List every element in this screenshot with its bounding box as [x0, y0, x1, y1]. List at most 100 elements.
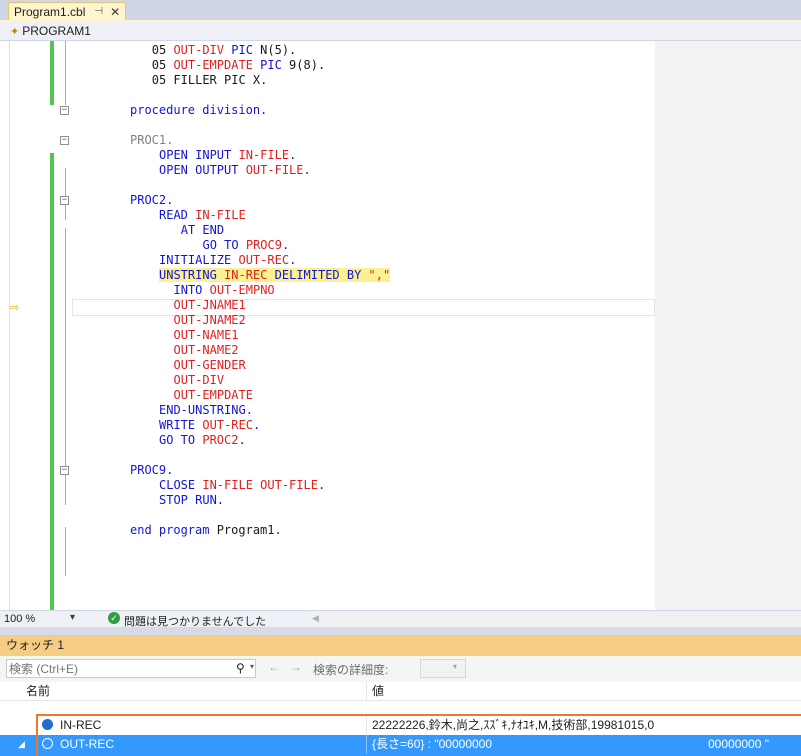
code-token: . [252, 418, 261, 432]
code-line[interactable]: GO TO PROC9. [203, 238, 290, 253]
code-token: AT END [180, 223, 225, 237]
tab-title: Program1.cbl [14, 4, 86, 19]
code-token: OUT-REC [238, 253, 290, 267]
horizontal-scrollbar[interactable] [330, 614, 801, 623]
code-token: INTO [173, 283, 210, 297]
code-token: OUT-NAME2 [173, 343, 239, 357]
code-token: . [238, 433, 246, 447]
code-token: procedure division. [130, 103, 268, 117]
indicator-margin[interactable] [0, 41, 10, 610]
collapse-icon[interactable]: − [60, 136, 69, 145]
code-token: OUT-EMPNO [209, 283, 275, 297]
code-line[interactable]: CLOSE IN-FILE OUT-FILE. [159, 478, 325, 493]
code-token: PROC9 [245, 238, 282, 252]
code-token: OPEN INPUT [159, 148, 239, 162]
code-token: 05 [151, 58, 174, 72]
editor-right-area [655, 41, 801, 610]
code-line[interactable]: 05 FILLER PIC X. [152, 73, 268, 88]
code-token: IN-FILE [195, 208, 246, 222]
expand-icon[interactable]: ◢ [18, 735, 25, 753]
collapse-icon[interactable]: − [60, 466, 69, 475]
code-token: end program [130, 523, 217, 537]
outline-guide [65, 228, 66, 505]
code-line[interactable]: OUT-NAME1 [174, 328, 239, 343]
code-line[interactable]: 05 OUT-EMPDATE PIC 9(8). [152, 58, 325, 73]
code-line[interactable]: OUT-EMPDATE [174, 388, 253, 403]
code-token: WRITE [159, 418, 203, 432]
close-icon[interactable]: ✕ [110, 5, 120, 19]
watch-toolbar: ⚲ ▾ ← → 検索の詳細度: ▾ [0, 656, 801, 682]
code-line[interactable]: OUT-GENDER [174, 358, 246, 373]
scope-dropdown[interactable]: PROGRAM1 [22, 24, 91, 38]
zoom-level[interactable]: 100 % [4, 613, 35, 625]
code-line[interactable]: OUT-DIV [174, 373, 225, 388]
code-line[interactable]: OUT-JNAME2 [174, 313, 246, 328]
code-line[interactable]: OPEN INPUT IN-FILE. [159, 148, 296, 163]
code-line[interactable]: INITIALIZE OUT-REC. [159, 253, 296, 268]
code-line[interactable]: END-UNSTRING. [159, 403, 253, 418]
watch-column-header: 名前 値 [0, 682, 801, 701]
back-arrow-icon[interactable]: ← [268, 660, 280, 674]
code-token: STOP RUN. [159, 493, 225, 507]
code-line[interactable]: UNSTRING IN-REC DELIMITED BY "," [159, 268, 391, 283]
code-editor[interactable]: ⇨ 05 OUT-DIV PIC N(5). 05 OUT-EMPDATE PIC… [0, 41, 801, 619]
chevron-down-icon: ▾ [453, 662, 458, 671]
code-line[interactable]: OUT-JNAME1 [174, 298, 246, 313]
change-marker [50, 41, 54, 105]
navigation-bar[interactable]: ✦ PROGRAM1 [0, 22, 801, 41]
search-icon[interactable]: ⚲ [236, 661, 245, 675]
column-divider[interactable] [366, 682, 367, 701]
document-tab[interactable]: Program1.cbl ⊣ ✕ [8, 2, 126, 20]
code-line[interactable]: PROC1. [130, 133, 173, 148]
code-token: IN-FILE OUT-FILE [202, 478, 318, 492]
outline-guide [65, 527, 66, 576]
code-token: PIC [224, 43, 261, 57]
code-line[interactable]: 05 OUT-DIV PIC N(5). [152, 43, 297, 58]
change-marker [50, 153, 54, 619]
code-token: OUT-JNAME1 [173, 298, 246, 312]
panel-splitter[interactable] [0, 627, 801, 635]
outline-guide [65, 168, 66, 220]
chevron-down-icon[interactable]: ▾ [70, 612, 75, 623]
code-token: OUT-DIV [173, 373, 225, 387]
callout-highlight-box [36, 714, 801, 756]
code-token: OUT-DIV [173, 43, 225, 57]
column-name-header[interactable]: 名前 [26, 682, 50, 701]
code-line[interactable]: OUT-NAME2 [174, 343, 239, 358]
code-token: GO TO [159, 433, 203, 447]
chevron-down-icon[interactable]: ▾ [250, 662, 254, 671]
code-line[interactable]: PROC9. [130, 463, 173, 478]
column-value-header[interactable]: 値 [372, 682, 384, 701]
code-token: . [289, 148, 297, 162]
code-line[interactable]: READ IN-FILE [159, 208, 246, 223]
code-token: . [303, 163, 311, 177]
code-token: PROC2 [202, 433, 239, 447]
forward-arrow-icon[interactable]: → [290, 660, 302, 674]
pin-icon[interactable]: ⊣ [94, 6, 103, 17]
code-token: 05 [151, 43, 174, 57]
code-token: UNSTRING [159, 268, 225, 282]
code-token: OPEN OUTPUT [159, 163, 246, 177]
collapse-icon[interactable]: − [60, 106, 69, 115]
code-line[interactable]: GO TO PROC2. [159, 433, 246, 448]
search-depth-select[interactable]: ▾ [420, 659, 466, 678]
code-line[interactable]: procedure division. [130, 103, 267, 118]
code-token: OUT-REC [202, 418, 253, 432]
scroll-left-icon[interactable]: ◀ [312, 613, 319, 624]
code-line[interactable]: STOP RUN. [159, 493, 224, 508]
code-line[interactable]: WRITE OUT-REC. [159, 418, 260, 433]
code-line[interactable]: end program Program1. [130, 523, 282, 538]
code-token: OUT-GENDER [173, 358, 246, 372]
code-token: DELIMITED BY [267, 268, 369, 282]
code-line[interactable]: INTO OUT-EMPNO [174, 283, 275, 298]
search-input[interactable] [7, 660, 214, 677]
code-line[interactable]: OPEN OUTPUT OUT-FILE. [159, 163, 311, 178]
watch-window-title: ウォッチ 1 [0, 635, 801, 656]
code-line[interactable]: AT END [181, 223, 224, 238]
code-token: INITIALIZE [159, 253, 239, 267]
collapse-icon[interactable]: − [60, 196, 69, 205]
search-box[interactable]: ⚲ ▾ [6, 659, 256, 678]
code-token: IN-FILE [238, 148, 290, 162]
code-line[interactable]: PROC2. [130, 193, 173, 208]
program-icon: ✦ [10, 25, 20, 38]
